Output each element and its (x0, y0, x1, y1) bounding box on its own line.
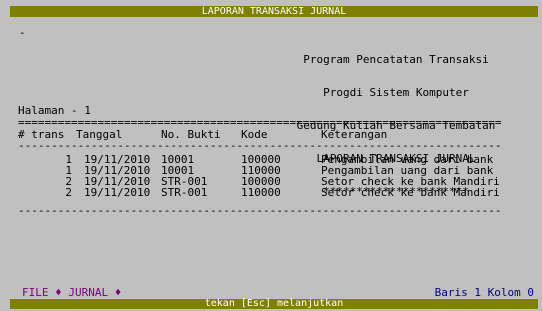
report-panel: - Program Pencatatan Transaksi Progdi Si… (10, 17, 538, 288)
single-divider: ----------------------------------------… (18, 205, 502, 216)
text-cursor: - (19, 26, 26, 39)
diamond-icon: ♦ (114, 286, 122, 299)
cell-tanggal: 19/11/2010 (84, 186, 151, 199)
continue-prompt: tekan [Esc] melanjutkan (10, 299, 538, 309)
column-header-kode: Kode (241, 128, 268, 141)
header-line: Program Pencatatan Transaksi (303, 53, 489, 66)
cell-kode: 110000 (241, 186, 281, 199)
cell-keterangan: Setor check ke bank Mandiri (321, 186, 500, 199)
double-divider: ========================================… (18, 117, 502, 128)
window-title: LAPORAN TRANSAKSI JURNAL (10, 6, 538, 17)
cursor-position: Baris 1 Kolom 0 (434, 286, 534, 299)
menu-bar: FILE ♦ JURNAL ♦ (22, 286, 122, 299)
column-header-trans: # trans (18, 128, 65, 141)
status-bar: FILE ♦ JURNAL ♦ Baris 1 Kolom 0 (10, 286, 538, 299)
diamond-icon: ♦ (55, 286, 62, 299)
table-row: 2 19/11/2010 STR-001 110000 Setor check … (10, 187, 538, 198)
cell-bukti: STR-001 (161, 186, 208, 199)
dos-report-screen: LAPORAN TRANSAKSI JURNAL - Program Penca… (0, 0, 542, 311)
menu-file[interactable]: FILE (22, 286, 49, 299)
cell-trans: 2 (65, 186, 72, 199)
header-line: Progdi Sistem Komputer (323, 86, 469, 99)
column-header-tanggal: Tanggal (76, 128, 123, 141)
single-divider: ----------------------------------------… (18, 140, 502, 151)
column-header-keterangan: Keterangan (321, 128, 388, 141)
page-number: Halaman - 1 (18, 104, 91, 117)
column-header-bukti: No. Bukti (161, 128, 221, 141)
menu-jurnal[interactable]: JURNAL (68, 286, 108, 299)
